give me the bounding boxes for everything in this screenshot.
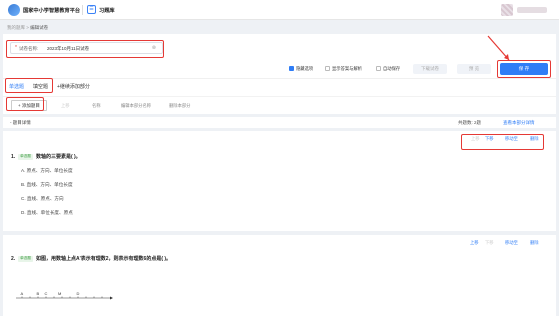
- q1-option-d: D. 直线、单位长度、原点: [21, 210, 73, 215]
- section-tabs: 单选题 填空题 +继续添加部分: [3, 78, 556, 96]
- brand-name: 国家中小学智慧教育平台: [23, 8, 81, 14]
- point-label-c: C: [45, 291, 48, 296]
- q1-option-c: C. 直线、原点、方向: [21, 196, 64, 201]
- number-line-figure: A B C M D: [16, 291, 113, 300]
- question-detail-bar: - 题目详情 共题数: 2题 查看本部分详情: [3, 117, 556, 128]
- q2-number: 2.: [11, 256, 16, 262]
- divider: [82, 5, 83, 15]
- highlight-exam-name: [6, 40, 164, 58]
- preview-button[interactable]: 预 览: [457, 64, 491, 74]
- arrow-to-save-icon: [487, 35, 510, 61]
- rename-button[interactable]: 名称: [92, 103, 101, 109]
- q2-down-label: 下移: [485, 240, 494, 245]
- question-library-label[interactable]: 习题库: [99, 7, 115, 14]
- user-name-blurred[interactable]: [517, 7, 547, 13]
- q1-option-b: B. 直线、方向、单位长度: [21, 182, 73, 187]
- breadcrumb-parent[interactable]: 我的题库: [7, 25, 25, 30]
- show-answer-toggle[interactable]: 显示答案与解析: [325, 66, 362, 72]
- question-detail-title[interactable]: - 题目详情: [10, 120, 31, 126]
- auto-save-toggle[interactable]: 自动保存: [376, 66, 400, 72]
- show-answer-label: 显示答案与解析: [332, 66, 363, 71]
- q2-text: 如图，用数轴上点A'表示有理数2，则表示有理数6的点是( )。: [35, 256, 172, 262]
- q1-type-tag: 单选题: [18, 153, 33, 160]
- question-count-value: 2题: [474, 120, 482, 125]
- q1-number: 1.: [11, 154, 16, 160]
- show-options-label: 隐藏选项: [296, 66, 314, 71]
- point-label-a: A: [21, 291, 24, 296]
- delete-section-button[interactable]: 删除本部分: [169, 103, 190, 109]
- q2-down-button[interactable]: 下移: [485, 240, 494, 246]
- top-bar: 国家中小学智慧教育平台 ☰ 习题库: [0, 0, 559, 20]
- section-toolbar: + 添加题目 上移 名称 编辑本部分名称 删除本部分: [3, 96, 556, 114]
- q2-stem[interactable]: 2. 单选题 如图，用数轴上点A'表示有理数2，则表示有理数6的点是( )。: [11, 255, 171, 262]
- checkbox-icon[interactable]: [289, 66, 294, 72]
- point-label-m: M: [58, 291, 61, 296]
- q2-up-button[interactable]: 上移: [470, 240, 479, 246]
- move-up-button[interactable]: 上移: [61, 103, 70, 109]
- q2-move-to-button[interactable]: 移动至: [505, 240, 518, 246]
- question-count: 共题数: 2题: [458, 120, 481, 126]
- download-button[interactable]: 下载试卷: [413, 64, 447, 74]
- breadcrumb: 我的题库 > 编辑试卷: [7, 25, 48, 31]
- highlight-question-tools: [461, 134, 544, 150]
- highlight-tabs: [5, 78, 53, 93]
- platform-logo: [8, 4, 20, 16]
- question-library-icon[interactable]: ☰: [87, 5, 96, 14]
- show-options-toggle[interactable]: 隐藏选项: [289, 66, 313, 72]
- breadcrumb-current: 编辑试卷: [30, 25, 49, 30]
- q1-text: 数轴的三要素是( )。: [35, 154, 81, 160]
- point-label-b: B: [37, 291, 40, 296]
- checkbox-icon[interactable]: [325, 66, 330, 72]
- q1-option-a: A. 原点、方向、单位长度: [21, 168, 73, 173]
- highlight-add-question: [6, 97, 44, 111]
- user-avatar[interactable]: [501, 4, 513, 16]
- checkbox-icon[interactable]: [376, 66, 381, 72]
- edit-section-name-button[interactable]: 编辑本部分名称: [121, 103, 151, 109]
- auto-save-label: 自动保存: [383, 66, 401, 71]
- question-count-label: 共题数:: [458, 120, 473, 125]
- q2-type-tag: 单选题: [18, 255, 33, 262]
- q2-delete-button[interactable]: 删除: [530, 240, 539, 246]
- view-section-detail-link[interactable]: 查看本部分详情: [503, 120, 535, 126]
- q1-stem[interactable]: 1. 单选题 数轴的三要素是( )。: [11, 153, 81, 160]
- add-section-button[interactable]: +继续添加部分: [57, 83, 90, 90]
- point-label-d: D: [77, 291, 80, 296]
